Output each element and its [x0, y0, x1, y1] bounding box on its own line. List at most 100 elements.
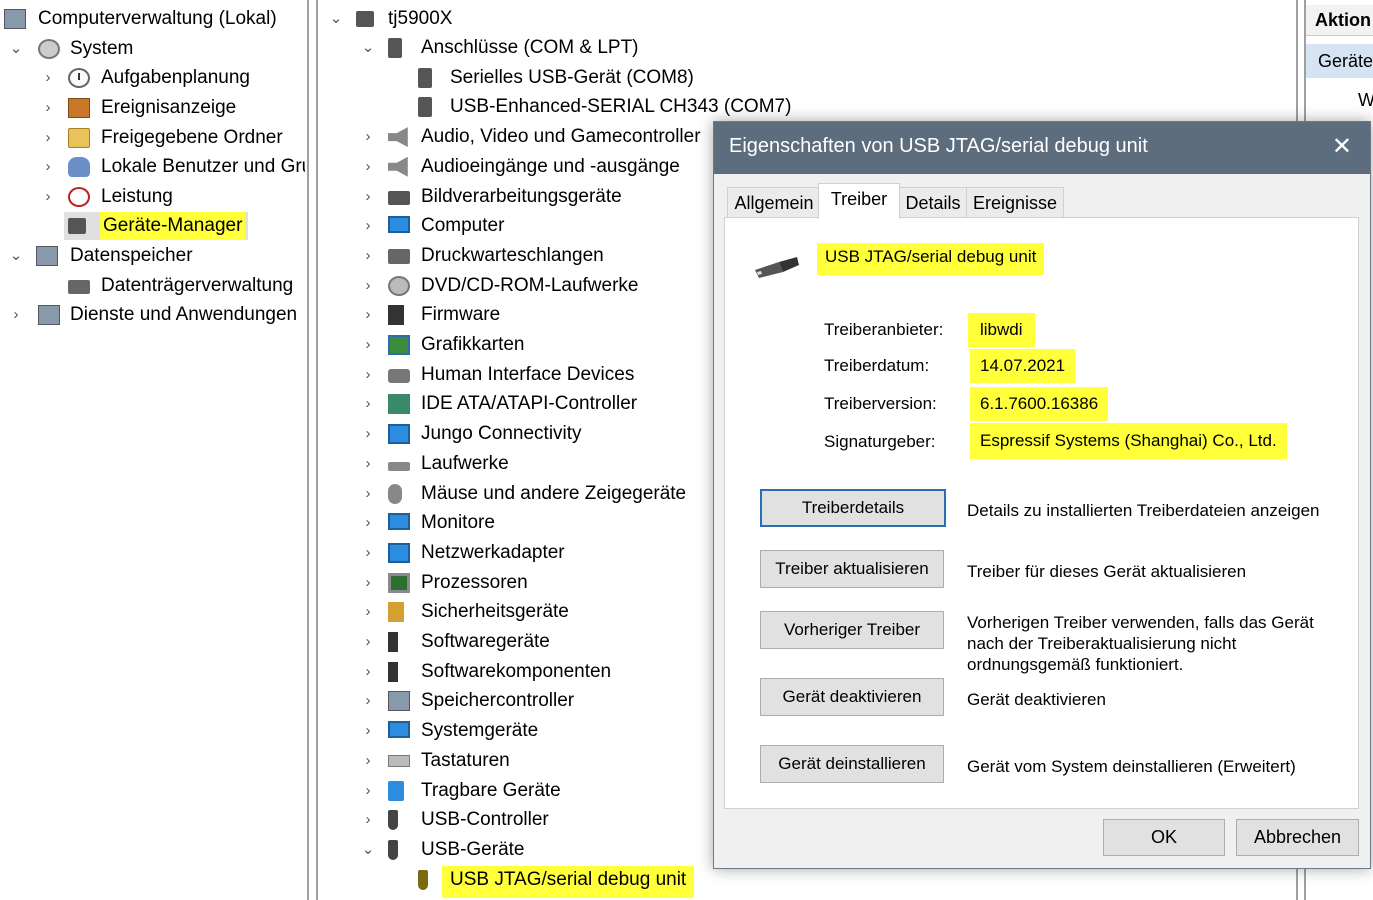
shared-folder-icon [68, 128, 90, 148]
device-label: Systemgeräte [421, 720, 539, 742]
chevron-right-icon[interactable]: › [360, 153, 376, 181]
actions-selected-item[interactable]: Geräte [1306, 44, 1373, 78]
chevron-right-icon[interactable]: › [360, 212, 376, 240]
chevron-right-icon[interactable]: › [8, 301, 24, 329]
device-label: Laufwerke [421, 452, 509, 474]
speaker-icon [388, 127, 408, 148]
cancel-button[interactable]: Abbrechen [1236, 819, 1359, 856]
chevron-right-icon[interactable]: › [360, 658, 376, 686]
chevron-right-icon[interactable]: › [360, 687, 376, 715]
field-label-provider: Treiberanbieter: [824, 320, 944, 339]
chevron-right-icon[interactable]: › [360, 301, 376, 329]
chevron-right-icon[interactable]: › [360, 361, 376, 389]
disable-device-button[interactable]: Gerät deaktivieren [760, 678, 944, 716]
device-name: USB JTAG/serial debug unit [817, 243, 1045, 275]
tree-item-local-users[interactable]: › Lokale Benutzer und Gru [40, 153, 305, 181]
device-label: Human Interface Devices [421, 363, 635, 385]
field-value-provider: libwdi [968, 313, 1035, 347]
device-label: Audio, Video und Gamecontroller [421, 126, 701, 148]
chevron-right-icon[interactable]: › [360, 390, 376, 418]
rollback-driver-button[interactable]: Vorheriger Treiber [760, 611, 944, 649]
chevron-right-icon[interactable]: › [360, 598, 376, 626]
dialog-titlebar[interactable]: Eigenschaften von USB JTAG/serial debug … [714, 122, 1370, 174]
device-label: Serielles USB-Gerät (COM8) [450, 66, 694, 88]
device-label: Audioeingänge und -ausgänge [421, 155, 680, 177]
device-label: Softwarekomponenten [421, 660, 612, 682]
uninstall-device-button[interactable]: Gerät deinstallieren [760, 745, 944, 783]
chevron-right-icon[interactable]: › [360, 183, 376, 211]
chevron-right-icon[interactable]: › [360, 123, 376, 151]
tree-item-device-manager[interactable]: Geräte-Manager [64, 212, 248, 240]
chevron-right-icon[interactable]: › [40, 153, 56, 181]
dialog-title: Eigenschaften von USB JTAG/serial debug … [729, 135, 1148, 157]
update-driver-desc: Treiber für dieses Gerät aktualisieren [967, 562, 1247, 581]
chevron-right-icon[interactable]: › [360, 331, 376, 359]
monitor-icon [388, 513, 410, 531]
rollback-driver-desc: Vorherigen Treiber verwenden, falls das … [967, 613, 1314, 674]
device-label: USB-Geräte [421, 838, 525, 860]
port-icon [388, 38, 402, 58]
monitor-icon [388, 216, 410, 234]
field-label-version: Treiberversion: [824, 394, 937, 413]
driver-details-desc: Details zu installierten Treiberdateien … [967, 501, 1320, 520]
speaker-icon [388, 156, 408, 177]
chevron-right-icon[interactable]: › [360, 242, 376, 270]
chevron-right-icon[interactable]: › [360, 420, 376, 448]
chevron-right-icon[interactable]: › [360, 272, 376, 300]
chevron-right-icon[interactable]: › [40, 183, 56, 211]
security-icon [388, 602, 404, 623]
hid-icon [388, 368, 410, 383]
chevron-right-icon[interactable]: › [360, 509, 376, 537]
drive-icon [388, 461, 410, 471]
keyboard-icon [388, 754, 410, 767]
field-value-version: 6.1.7600.16386 [970, 387, 1109, 421]
tab-general[interactable]: Allgemein [727, 187, 821, 218]
chevron-right-icon[interactable]: › [360, 628, 376, 656]
chevron-down-icon[interactable]: ⌄ [328, 5, 344, 33]
update-driver-button[interactable]: Treiber aktualisieren [760, 550, 944, 588]
tab-details[interactable]: Details [898, 187, 968, 218]
usb-icon [388, 839, 398, 860]
chevron-right-icon[interactable]: › [40, 124, 56, 152]
chip-icon [388, 305, 404, 326]
chevron-right-icon[interactable]: › [360, 806, 376, 834]
chevron-right-icon[interactable]: › [360, 569, 376, 597]
field-label-date: Treiberdatum: [824, 356, 930, 375]
chevron-right-icon[interactable]: › [360, 539, 376, 567]
port-icon [418, 67, 432, 88]
device-label: Grafikkarten [421, 334, 525, 355]
driver-details-button[interactable]: Treiberdetails [760, 489, 946, 527]
tab-events[interactable]: Ereignisse [966, 187, 1064, 218]
chevron-right-icon[interactable]: › [360, 747, 376, 775]
properties-dialog: Eigenschaften von USB JTAG/serial debug … [713, 121, 1371, 869]
tab-driver[interactable]: Treiber [818, 183, 900, 219]
actions-sub-item[interactable]: W [1358, 90, 1373, 111]
chevron-down-icon[interactable]: ⌄ [360, 34, 376, 62]
ide-icon [388, 394, 410, 415]
device-label: Softwaregeräte [421, 631, 550, 652]
chevron-right-icon[interactable]: › [40, 94, 56, 122]
device-label: DVD/CD-ROM-Laufwerke [421, 274, 639, 296]
chevron-right-icon[interactable]: › [40, 64, 56, 92]
services-icon [38, 305, 60, 325]
chevron-right-icon[interactable]: › [360, 717, 376, 745]
device-label: Prozessoren [421, 571, 528, 593]
ok-button[interactable]: OK [1103, 819, 1225, 856]
chevron-right-icon[interactable]: › [360, 777, 376, 805]
chevron-right-icon[interactable]: › [360, 480, 376, 508]
storage-icon [36, 246, 58, 266]
tools-icon [38, 39, 60, 59]
disable-device-desc: Gerät deaktivieren [967, 690, 1106, 709]
graphics-card-icon [388, 335, 410, 355]
chevron-down-icon[interactable]: ⌄ [8, 35, 24, 63]
device-label: Bildverarbeitungsgeräte [421, 185, 622, 207]
close-icon[interactable]: ✕ [1332, 132, 1352, 161]
portable-device-icon [388, 780, 404, 801]
uninstall-device-desc: Gerät vom System deinstallieren (Erweite… [967, 757, 1296, 776]
chevron-down-icon[interactable]: ⌄ [8, 242, 24, 270]
users-icon [68, 157, 90, 177]
field-label-signer: Signaturgeber: [824, 432, 936, 451]
chevron-right-icon[interactable]: › [360, 450, 376, 478]
field-value-signer: Espressif Systems (Shanghai) Co., Ltd. [970, 423, 1287, 459]
chevron-down-icon[interactable]: ⌄ [360, 836, 376, 864]
